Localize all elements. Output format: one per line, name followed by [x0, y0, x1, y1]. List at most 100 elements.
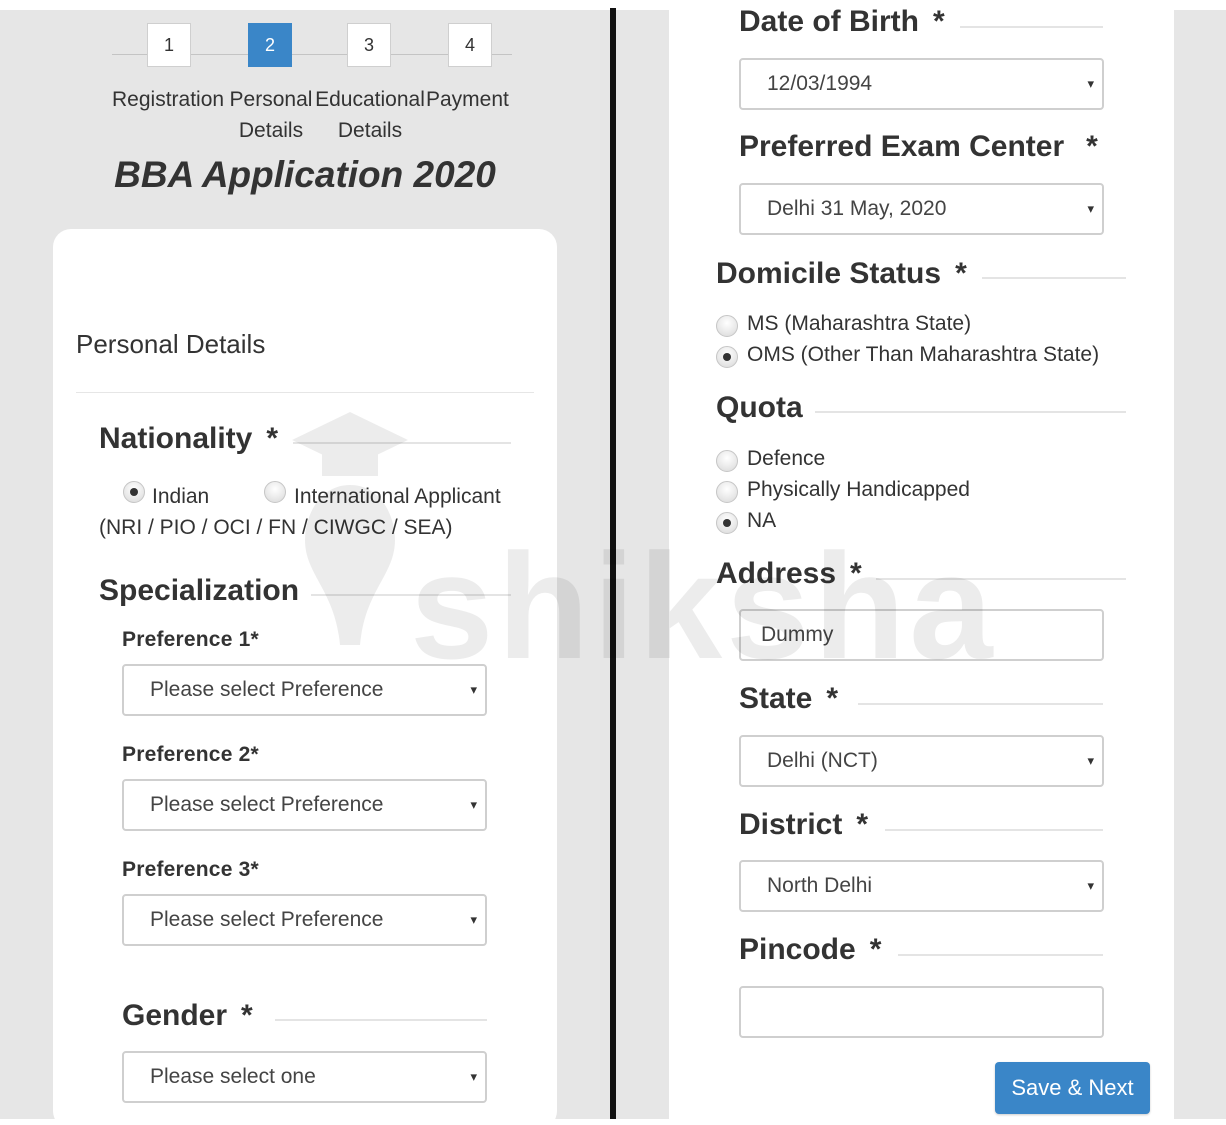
step-2-label: Personal Details: [228, 84, 314, 146]
title-rule: [293, 442, 511, 444]
section-divider: [76, 392, 534, 393]
quota-ph-radio[interactable]: [716, 481, 738, 503]
preference-1-label: Preference 1*: [122, 628, 259, 651]
required-marker: *: [869, 933, 882, 966]
nationality-note: (NRI / PIO / OCI / FN / CIWGC / SEA): [99, 516, 453, 539]
quota-ph-label: Physically Handicapped: [747, 478, 970, 501]
address-title-text: Address: [716, 557, 837, 590]
title-rule: [858, 703, 1103, 705]
step-3-label-line2: Details: [337, 119, 403, 142]
nationality-title-text: Nationality: [99, 422, 253, 455]
domicile-title-text: Domicile Status: [716, 257, 942, 290]
specialization-title: Specialization: [99, 574, 300, 607]
quota-na-label: NA: [747, 509, 777, 532]
title-rule: [876, 578, 1126, 580]
chevron-down-icon: ▾: [470, 682, 477, 697]
quota-defence-radio[interactable]: [716, 450, 738, 472]
chevron-down-icon: ▾: [470, 1069, 477, 1084]
nationality-indian-label: Indian: [152, 485, 210, 508]
nationality-indian-radio[interactable]: [123, 481, 145, 503]
chevron-down-icon: ▾: [1087, 201, 1094, 216]
preference-2-value: Please select Preference: [150, 793, 384, 816]
district-title-text: District: [739, 808, 843, 841]
title-rule: [960, 26, 1103, 28]
quota-title: Quota: [716, 391, 803, 424]
step-4-label: Payment: [426, 88, 509, 111]
preference-3-value: Please select Preference: [150, 908, 384, 931]
title-rule: [982, 277, 1126, 279]
dob-title: Date of Birth *: [739, 5, 945, 39]
title-rule: [898, 954, 1103, 956]
quota-na-radio[interactable]: [716, 512, 738, 534]
step-4[interactable]: 4: [448, 23, 492, 67]
domicile-title: Domicile Status *: [716, 257, 967, 291]
title-rule: [275, 1019, 487, 1021]
domicile-ms-radio[interactable]: [716, 315, 738, 337]
gender-title: Gender *: [122, 999, 253, 1033]
step-2[interactable]: 2: [248, 23, 292, 67]
required-marker: *: [955, 257, 967, 290]
required-marker: *: [1086, 130, 1098, 163]
step-1-label: Registration: [112, 88, 225, 111]
step-1[interactable]: 1: [147, 23, 191, 67]
nationality-title: Nationality *: [99, 422, 278, 456]
pincode-title: Pincode *: [739, 933, 881, 967]
step-2-label-line2: Details: [238, 119, 304, 142]
pincode-input[interactable]: [739, 986, 1104, 1038]
page-title: BBA Application 2020: [114, 154, 496, 195]
state-value: Delhi (NCT): [767, 749, 878, 772]
required-marker: *: [933, 5, 945, 38]
title-rule: [885, 829, 1103, 831]
section-title: Personal Details: [76, 329, 266, 359]
preference-2-label: Preference 2*: [122, 743, 259, 766]
district-value: North Delhi: [767, 874, 873, 897]
step-3[interactable]: 3: [347, 23, 391, 67]
exam-center-select[interactable]: Delhi 31 May, 2020 ▾: [739, 183, 1104, 235]
step-2-label-line1: Personal: [229, 88, 313, 111]
required-marker: *: [850, 557, 862, 590]
title-rule: [311, 594, 511, 596]
preference-3-select[interactable]: Please select Preference ▾: [122, 894, 487, 946]
step-3-label-line1: Educational: [315, 88, 425, 111]
save-next-button[interactable]: Save & Next: [995, 1062, 1150, 1114]
right-panel-margin-right: [1174, 10, 1226, 1119]
district-title: District *: [739, 808, 868, 842]
dob-title-text: Date of Birth: [739, 5, 919, 38]
nationality-international-label: International Applicant: [294, 485, 501, 508]
address-value: Dummy: [761, 623, 834, 646]
pincode-title-text: Pincode: [739, 933, 856, 966]
preference-3-label: Preference 3*: [122, 858, 259, 881]
required-marker: *: [826, 682, 839, 715]
personal-details-card: Personal Details Nationality * Indian Int…: [53, 229, 557, 1119]
dob-value: 12/03/1994: [767, 72, 873, 95]
state-title-text: State: [739, 682, 813, 715]
required-marker: *: [241, 999, 253, 1032]
quota-defence-label: Defence: [747, 447, 826, 470]
state-select[interactable]: Delhi (NCT) ▾: [739, 735, 1104, 787]
step-3-label: Educational Details: [313, 84, 427, 146]
address-input[interactable]: Dummy: [739, 609, 1104, 661]
chevron-down-icon: ▾: [470, 797, 477, 812]
chevron-down-icon: ▾: [1087, 76, 1094, 91]
preference-1-value: Please select Preference: [150, 678, 384, 701]
gender-value: Please select one: [150, 1065, 316, 1088]
domicile-oms-radio[interactable]: [716, 346, 738, 368]
chevron-down-icon: ▾: [1087, 878, 1094, 893]
gender-title-text: Gender: [122, 999, 228, 1032]
dob-select[interactable]: 12/03/1994 ▾: [739, 58, 1104, 110]
state-title: State *: [739, 682, 838, 716]
required-marker: *: [856, 808, 869, 841]
exam-center-title-text: Preferred Exam Center: [739, 130, 1065, 163]
gender-select[interactable]: Please select one ▾: [122, 1051, 487, 1103]
nationality-international-radio[interactable]: [264, 481, 286, 503]
address-title: Address *: [716, 557, 862, 591]
preference-2-select[interactable]: Please select Preference ▾: [122, 779, 487, 831]
chevron-down-icon: ▾: [470, 912, 477, 927]
exam-center-value: Delhi 31 May, 2020: [767, 197, 947, 220]
chevron-down-icon: ▾: [1087, 753, 1094, 768]
right-panel-margin-left: [616, 10, 669, 1119]
district-select[interactable]: North Delhi ▾: [739, 860, 1104, 912]
title-rule: [815, 411, 1126, 413]
required-marker: *: [266, 422, 279, 455]
preference-1-select[interactable]: Please select Preference ▾: [122, 664, 487, 716]
